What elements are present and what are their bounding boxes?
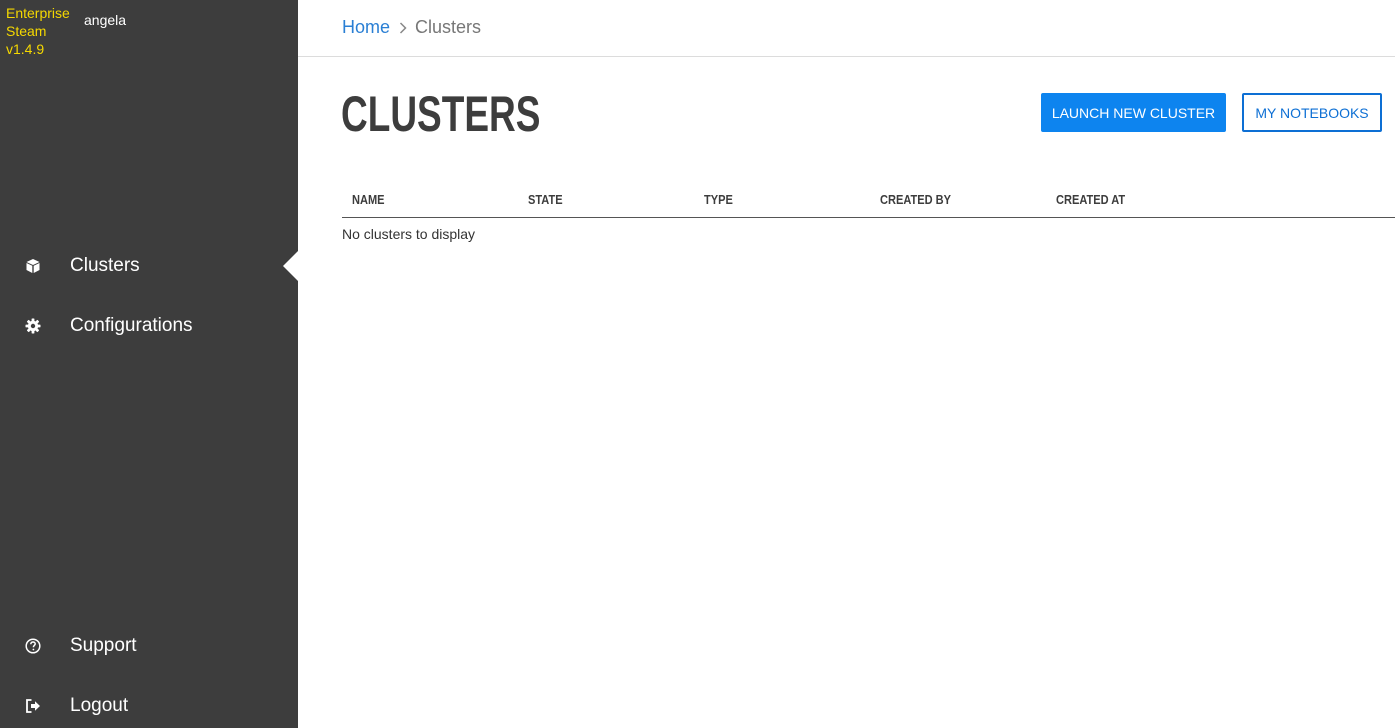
breadcrumb-home-link[interactable]: Home xyxy=(342,17,390,38)
sidebar: Enterprise Steam v1.4.9 angela Clusters xyxy=(0,0,298,728)
column-header-name[interactable]: NAME xyxy=(352,192,385,207)
sidebar-item-support[interactable]: Support xyxy=(0,624,298,668)
column-header-state[interactable]: STATE xyxy=(528,192,563,207)
breadcrumb-current: Clusters xyxy=(415,17,482,37)
page-title: CLUSTERS xyxy=(341,86,541,142)
sidebar-item-label: Clusters xyxy=(70,255,140,276)
breadcrumb: Home Clusters xyxy=(342,17,481,38)
my-notebooks-button[interactable]: MY NOTEBOOKS xyxy=(1242,93,1382,132)
active-indicator xyxy=(283,251,298,281)
sign-out-icon xyxy=(24,697,42,715)
brand-name-line2: Steam xyxy=(6,23,47,39)
brand-name-line1: Enterprise xyxy=(6,5,70,21)
brand-logo: Enterprise Steam v1.4.9 xyxy=(6,4,78,58)
clusters-table: NAME STATE TYPE CREATED BY CREATED AT No… xyxy=(342,182,1395,242)
brand-version: v1.4.9 xyxy=(6,41,45,57)
sidebar-item-clusters[interactable]: Clusters xyxy=(0,244,298,288)
sidebar-item-label: Support xyxy=(70,635,137,656)
top-bar: Home Clusters xyxy=(298,0,1395,57)
sidebar-item-label: Logout xyxy=(70,695,129,716)
sidebar-item-configurations[interactable]: Configurations xyxy=(0,304,298,348)
column-header-created-at[interactable]: CREATED AT xyxy=(1056,192,1125,207)
launch-new-cluster-button[interactable]: LAUNCH NEW CLUSTER xyxy=(1041,93,1226,132)
username: angela xyxy=(84,12,127,28)
sidebar-item-label: Configurations xyxy=(70,315,193,336)
table-header: NAME STATE TYPE CREATED BY CREATED AT xyxy=(342,182,1395,218)
gear-icon xyxy=(24,317,42,335)
sidebar-item-logout[interactable]: Logout xyxy=(0,684,298,728)
column-header-created-by[interactable]: CREATED BY xyxy=(880,192,951,207)
column-header-type[interactable]: TYPE xyxy=(704,192,733,207)
question-circle-icon xyxy=(24,637,42,655)
cube-icon xyxy=(24,257,42,275)
chevron-right-icon xyxy=(399,21,407,34)
empty-table-message: No clusters to display xyxy=(342,226,476,242)
